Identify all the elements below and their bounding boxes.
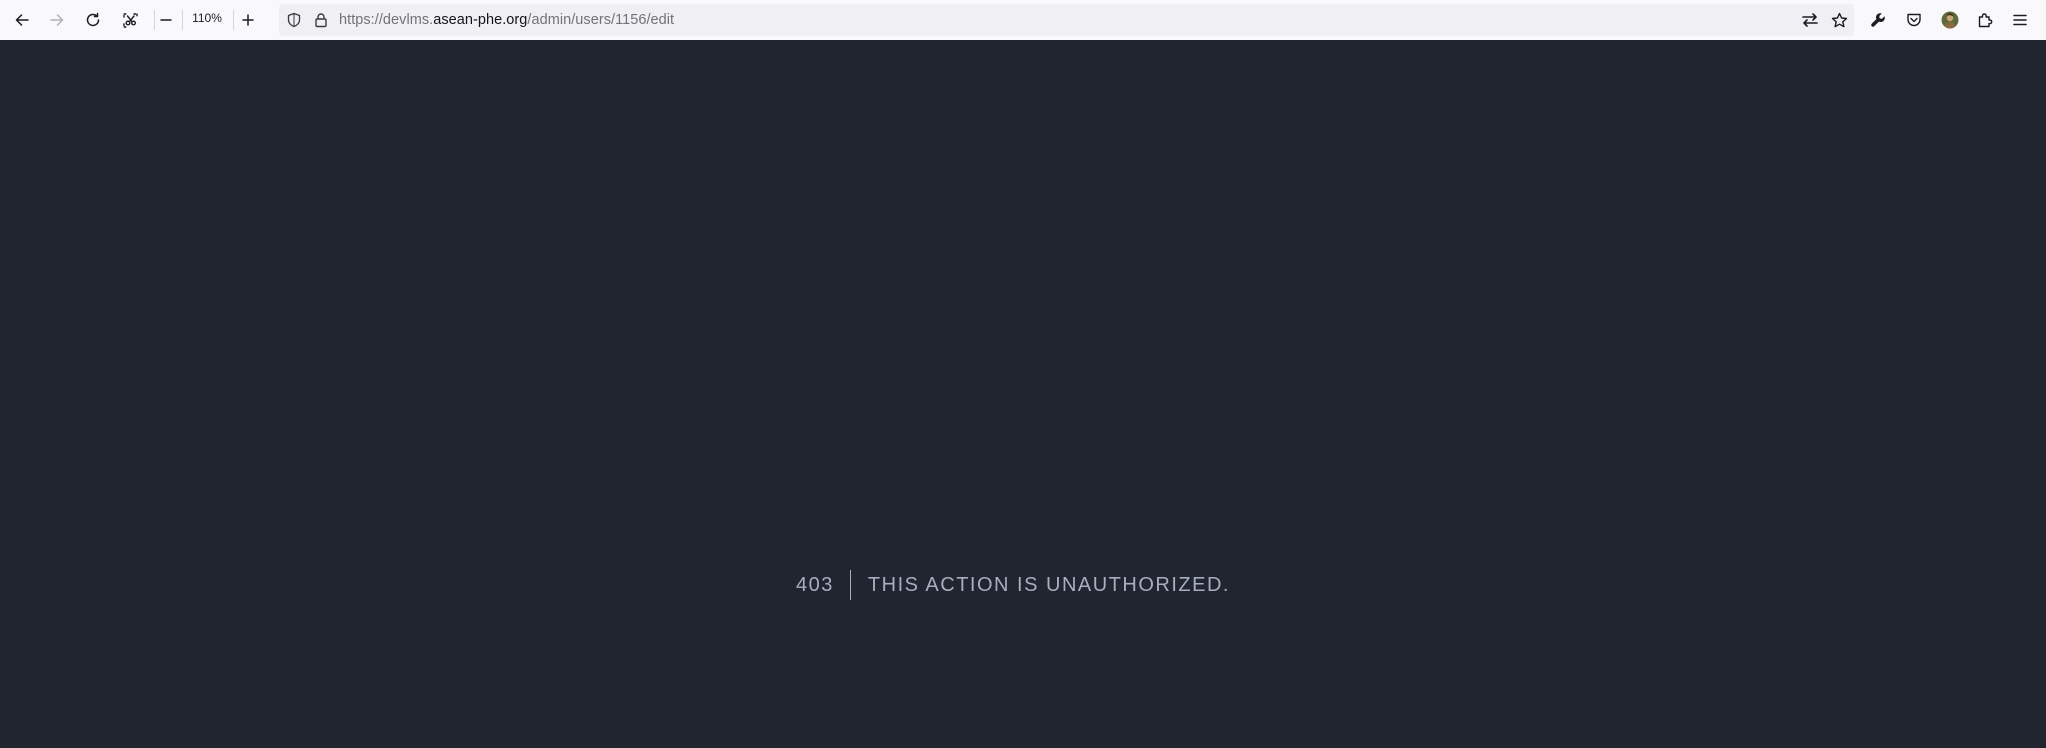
- error-container: 403 This action is unauthorized.: [0, 570, 2036, 600]
- puzzle-icon: [1978, 13, 1993, 28]
- devtools-button[interactable]: [1864, 6, 1892, 34]
- zoom-out-button[interactable]: [152, 6, 180, 34]
- minus-icon: [160, 19, 172, 21]
- bookmark-button[interactable]: [1825, 6, 1853, 34]
- url-path: /admin/users/1156/edit: [527, 12, 675, 28]
- screenshot-icon: [122, 12, 138, 28]
- pocket-icon: [1907, 13, 1921, 27]
- screenshot-button[interactable]: [116, 6, 144, 34]
- browser-toolbar: 110% https://devlms.asean-phe.org/admin/…: [0, 0, 2046, 40]
- zoom-in-button[interactable]: [234, 6, 262, 34]
- translate-button[interactable]: [1796, 6, 1824, 34]
- star-icon: [1831, 12, 1847, 27]
- url-bar[interactable]: https://devlms.asean-phe.org/admin/users…: [279, 4, 1854, 36]
- forward-button[interactable]: [43, 6, 71, 34]
- arrow-left-icon: [15, 14, 29, 26]
- plus-icon: [242, 14, 254, 26]
- profile-button[interactable]: [1936, 6, 1964, 34]
- reload-button[interactable]: [79, 6, 107, 34]
- swap-arrows-icon: [1802, 13, 1818, 27]
- url-prefix: https://devlms.: [339, 12, 434, 28]
- error-page: 403 This action is unauthorized.: [0, 40, 2046, 748]
- back-button[interactable]: [8, 6, 36, 34]
- wrench-icon: [1871, 13, 1885, 27]
- url-host: asean-phe.org: [433, 12, 528, 28]
- error-message: This action is unauthorized.: [867, 574, 1230, 596]
- extensions-button[interactable]: [1971, 6, 1999, 34]
- menu-button[interactable]: [2006, 6, 2034, 34]
- pocket-button[interactable]: [1900, 6, 1928, 34]
- error-code: 403: [796, 574, 834, 596]
- reload-icon: [86, 12, 100, 27]
- arrow-right-icon: [50, 14, 64, 26]
- hamburger-icon: [2013, 14, 2027, 26]
- lock-icon[interactable]: [313, 12, 329, 28]
- avatar-icon: [1941, 11, 1959, 29]
- zoom-level-button[interactable]: 110%: [190, 11, 224, 25]
- shield-icon[interactable]: [286, 12, 302, 28]
- toolbar-separator: [182, 10, 183, 30]
- url-text[interactable]: https://devlms.asean-phe.org/admin/users…: [339, 12, 674, 28]
